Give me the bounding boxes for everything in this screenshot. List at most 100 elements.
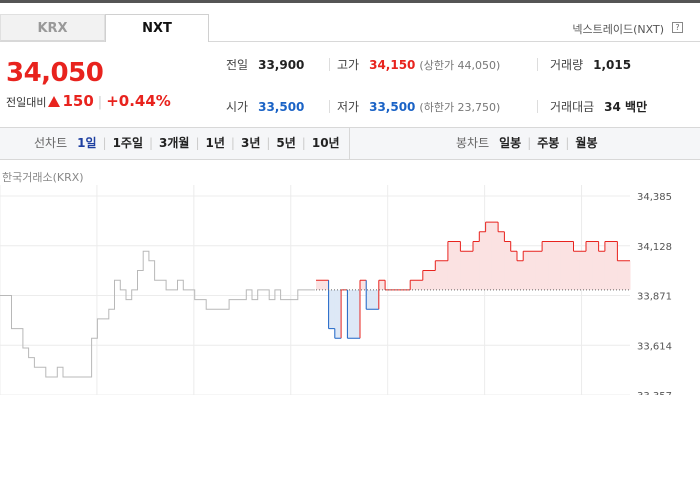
period-3y[interactable]: 3년 [241, 136, 260, 150]
period-10y[interactable]: 10년 [312, 136, 340, 150]
nxt-area-fill [604, 241, 612, 290]
help-icon[interactable]: ? [672, 22, 683, 33]
stat-amount: 거래대금 34 백만 [550, 98, 647, 115]
stat-open: 시가 33,500 [226, 98, 304, 115]
stat-label: 거래대금 [550, 100, 595, 114]
stat-value: 1,015 [593, 58, 632, 72]
nxt-area-fill [548, 241, 556, 290]
upper-limit: (상한가 44,050) [419, 59, 501, 72]
nxt-area-fill [378, 280, 386, 290]
nxt-area-fill [473, 241, 480, 290]
stat-low: 저가 33,500 (하한가 23,750) [337, 98, 500, 115]
candle-monthly[interactable]: 월봉 [575, 136, 597, 150]
candle-daily[interactable]: 일봉 [499, 136, 521, 150]
price-stats: 전일 33,900 고가 34,150 (상한가 44,050) 거래량 1,015 시… [220, 52, 700, 122]
y-tick-label: 33,871 [637, 292, 672, 303]
stat-label: 전일 [226, 58, 249, 72]
price-change-row: 전일대비 150 | +0.44% [6, 92, 171, 110]
current-price-block: 34,050 [6, 58, 104, 88]
y-tick-label: 33,357 [637, 391, 672, 395]
change-amount: 150 [62, 92, 94, 110]
period-1d[interactable]: 1일 [77, 136, 96, 150]
stat-label: 거래량 [550, 58, 584, 72]
current-price: 34,050 [6, 58, 104, 88]
stat-divider [537, 58, 538, 71]
stat-prev-close: 전일 33,900 [226, 56, 304, 73]
nxt-area-fill [542, 241, 549, 290]
stat-value: 33,500 [258, 100, 305, 114]
nxt-area-fill [429, 270, 436, 290]
nxt-area-fill [579, 251, 587, 290]
nxt-area-fill [617, 260, 625, 290]
nxt-area-fill [567, 241, 574, 290]
nxt-area-fill [517, 260, 524, 290]
stat-divider [537, 100, 538, 113]
stat-volume: 거래량 1,015 [550, 56, 631, 73]
nxt-area-fill [560, 241, 568, 290]
nxt-area-fill [422, 270, 430, 290]
stat-value: 34,150 [369, 58, 416, 72]
y-tick-label: 33,614 [637, 341, 672, 352]
top-border [0, 0, 700, 3]
nxt-area-fill [535, 251, 543, 290]
period-1y[interactable]: 1년 [206, 136, 225, 150]
lower-limit: (하한가 23,750) [419, 101, 501, 114]
nxt-area-fill [523, 251, 530, 290]
tab-nxt[interactable]: NXT [105, 14, 209, 42]
tab-divider-left [0, 41, 105, 42]
change-percent: +0.44% [106, 92, 171, 110]
line-chart-label: 선차트 [34, 136, 68, 150]
tab-divider [209, 41, 700, 42]
nxt-area-fill [435, 260, 443, 290]
nxt-area-fill [554, 241, 562, 290]
candle-chart-label: 봉차트 [456, 136, 490, 150]
toolbar-divider [349, 128, 350, 159]
nxt-area-fill [322, 280, 330, 290]
exchange-name: 넥스트레이드(NXT) [572, 23, 664, 36]
nxt-area-fill [366, 289, 373, 310]
nxt-area-fill [466, 251, 474, 290]
nxt-area-fill [479, 231, 487, 290]
krx-price-line [0, 250, 315, 378]
nxt-area-fill [460, 251, 468, 290]
nxt-area-fill [623, 260, 631, 290]
chart-exchange-label: 한국거래소(KRX) [2, 171, 84, 184]
candle-periods: 봉차트 일봉 | 주봉 | 월봉 [456, 136, 598, 150]
nxt-area-fill [441, 260, 449, 290]
nxt-area-fill [573, 251, 581, 290]
nxt-area-fill [334, 289, 342, 339]
nxt-area-fill [510, 251, 518, 290]
stat-value: 34 백만 [604, 100, 648, 114]
nxt-area-fill [529, 251, 537, 290]
period-5y[interactable]: 5년 [276, 136, 295, 150]
nxt-area-fill [353, 289, 361, 339]
exchange-tabs: KRX NXT 넥스트레이드(NXT) ? [0, 14, 700, 42]
stat-label: 저가 [337, 100, 360, 114]
nxt-area-fill [598, 251, 606, 290]
change-label: 전일대비 [6, 96, 47, 109]
chart-toolbar: 선차트 1일 | 1주일 | 3개월 | 1년 | 3년 | 5년 | 10년 봉차트 일봉 | 주봉 | 월봉 [0, 127, 700, 160]
nxt-area-fill [347, 289, 355, 339]
period-1w[interactable]: 1주일 [113, 136, 143, 150]
nxt-area-fill [592, 241, 600, 290]
tab-krx[interactable]: KRX [0, 14, 105, 41]
line-chart-periods: 선차트 1일 | 1주일 | 3개월 | 1년 | 3년 | 5년 | 10년 [34, 136, 340, 150]
stat-value: 33,500 [369, 100, 416, 114]
change-separator: | [97, 95, 103, 110]
nxt-area-fill [316, 280, 323, 290]
stat-divider [329, 58, 330, 71]
stat-label: 시가 [226, 100, 249, 114]
nxt-area-fill [491, 222, 499, 290]
y-tick-label: 34,385 [637, 192, 672, 203]
nxt-area-fill [328, 289, 336, 329]
stat-value: 33,900 [258, 58, 305, 72]
nxt-area-fill [498, 231, 505, 290]
price-chart: 34,385 34,128 33,871 33,614 33,357 [0, 185, 672, 395]
candle-weekly[interactable]: 주봉 [537, 136, 559, 150]
stat-high: 고가 34,150 (상한가 44,050) [337, 56, 500, 73]
nxt-area-fill [410, 280, 417, 290]
nxt-area-fill [586, 241, 593, 290]
nxt-area-fill [447, 241, 455, 290]
nxt-area-fill [372, 289, 380, 310]
period-3m[interactable]: 3개월 [159, 136, 189, 150]
